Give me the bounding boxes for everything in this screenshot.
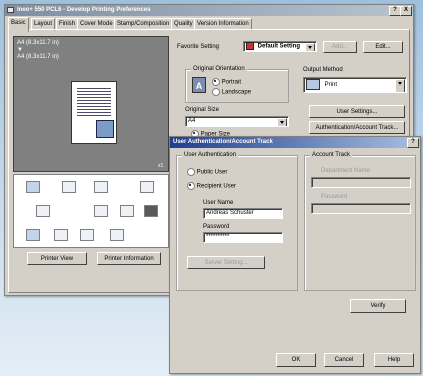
output-method-label: Output Method bbox=[303, 67, 343, 73]
original-size-value: A4 bbox=[188, 118, 196, 124]
account-password-label: Password bbox=[321, 194, 348, 200]
user-authentication-group: User Authentication Public User Recipien… bbox=[176, 152, 298, 291]
user-name-label: User Name bbox=[203, 200, 234, 206]
portrait-radio-icon[interactable] bbox=[212, 78, 220, 86]
password-input[interactable]: ********** bbox=[203, 232, 283, 243]
copies-marker: x1 bbox=[158, 163, 164, 169]
password-label: Password bbox=[203, 224, 230, 230]
main-close-button[interactable]: X bbox=[400, 6, 412, 16]
chevron-down-icon[interactable] bbox=[277, 118, 287, 126]
preview-original-size: A4 (8.3x11.7 in) bbox=[17, 40, 59, 46]
public-user-radio[interactable]: Public User bbox=[187, 168, 227, 176]
portrait-label: Portrait bbox=[221, 79, 242, 86]
user-authentication-label: User Authentication bbox=[182, 152, 239, 158]
verify-button[interactable]: Verify bbox=[350, 299, 406, 313]
recipient-user-label: Recipient User bbox=[196, 183, 237, 190]
ok-button[interactable]: OK bbox=[276, 353, 316, 367]
original-size-label: Original Size bbox=[185, 107, 220, 113]
printer-view-button[interactable]: Printer View bbox=[27, 252, 87, 265]
print-icon bbox=[306, 78, 320, 90]
paper-tray-icon[interactable] bbox=[144, 205, 158, 217]
landscape-label: Landscape bbox=[221, 89, 252, 96]
main-window-title: ineo+ 550 PCL6 - Develop Printing Prefer… bbox=[17, 7, 151, 13]
recipient-user-radio[interactable]: Recipient User bbox=[187, 182, 236, 190]
booklet-icon[interactable] bbox=[36, 205, 50, 217]
orientation-preview-icon: A bbox=[192, 77, 206, 93]
help-button[interactable]: Help bbox=[374, 353, 414, 367]
public-user-label: Public User bbox=[196, 169, 228, 176]
page-text-lines bbox=[77, 88, 111, 118]
favorite-setting-value: Default Setting bbox=[257, 43, 301, 50]
dialog-help-button[interactable]: ? bbox=[407, 138, 419, 148]
add-favorite-button[interactable]: Add... bbox=[323, 41, 357, 53]
preview-paper-size: A4 (8.3x11.7 in) bbox=[17, 54, 59, 60]
original-size-select[interactable]: A4 bbox=[185, 116, 289, 127]
favorite-setting-label: Favorite Setting bbox=[177, 44, 220, 50]
user-settings-button[interactable]: User Settings... bbox=[309, 105, 405, 118]
offset-icon[interactable] bbox=[54, 229, 68, 241]
tab-basic[interactable]: Basic bbox=[8, 17, 29, 32]
user-authentication-dialog: User Authentication/Account Track ? User… bbox=[169, 136, 421, 374]
staple-icon[interactable] bbox=[140, 181, 154, 193]
server-setting-button[interactable]: Server Setting... bbox=[187, 256, 265, 269]
watermark-icon[interactable] bbox=[80, 229, 94, 241]
chevron-down-icon[interactable] bbox=[395, 79, 405, 92]
account-password-input[interactable] bbox=[311, 203, 411, 214]
landscape-radio-icon[interactable] bbox=[212, 88, 220, 96]
cancel-button[interactable]: Cancel bbox=[324, 353, 364, 367]
function-icon-grid bbox=[13, 174, 169, 248]
landscape-radio[interactable]: Landscape bbox=[212, 88, 251, 96]
dialog-titlebar[interactable]: User Authentication/Account Track ? bbox=[170, 137, 420, 148]
authentication-account-track-button[interactable]: Authentication/Account Track... bbox=[309, 121, 405, 134]
printer-app-icon bbox=[7, 7, 14, 13]
printer-information-button[interactable]: Printer Information bbox=[97, 252, 161, 265]
edit-favorite-button[interactable]: Edit... bbox=[363, 41, 403, 53]
cover-icon[interactable] bbox=[110, 229, 124, 241]
portrait-radio[interactable]: Portrait bbox=[212, 78, 241, 86]
account-track-group: Account Track Department Name Password bbox=[304, 152, 416, 291]
public-user-radio-icon[interactable] bbox=[187, 168, 195, 176]
fold-icon[interactable] bbox=[120, 205, 134, 217]
orientation-label: Original Orientation bbox=[191, 66, 247, 72]
recipient-user-radio-icon[interactable] bbox=[187, 182, 195, 190]
chevron-down-icon[interactable] bbox=[305, 43, 315, 51]
output-tray-icon[interactable] bbox=[26, 229, 40, 241]
main-window-titlebar[interactable]: ineo+ 550 PCL6 - Develop Printing Prefer… bbox=[5, 5, 413, 16]
preview-arrow: ▼ bbox=[17, 47, 23, 53]
department-name-label: Department Name bbox=[321, 168, 371, 174]
department-name-input[interactable] bbox=[311, 177, 411, 188]
dialog-title: User Authentication/Account Track bbox=[173, 139, 273, 145]
page-preview bbox=[71, 81, 117, 144]
combine-icon[interactable] bbox=[94, 181, 108, 193]
output-method-select[interactable]: Print bbox=[303, 77, 407, 93]
preview-size-text: A4 (8.3x11.7 in) ▼ A4 (8.3x11.7 in) bbox=[17, 40, 59, 61]
favorite-setting-select[interactable]: Default Setting bbox=[243, 41, 317, 52]
punch-icon[interactable] bbox=[94, 205, 108, 217]
account-track-label: Account Track bbox=[310, 152, 353, 158]
favorite-icon bbox=[246, 42, 254, 50]
output-method-value: Print bbox=[324, 82, 338, 88]
preview-pane: A4 (8.3x11.7 in) ▼ A4 (8.3x11.7 in) x1 bbox=[13, 36, 169, 172]
user-name-input[interactable]: Andreas Schuster bbox=[203, 208, 283, 219]
orientation-group: Original Orientation A Portrait Landscap… bbox=[185, 66, 289, 103]
page-image-block bbox=[96, 120, 114, 138]
duplex-icon[interactable] bbox=[62, 181, 76, 193]
print-status-icon[interactable] bbox=[26, 181, 40, 193]
